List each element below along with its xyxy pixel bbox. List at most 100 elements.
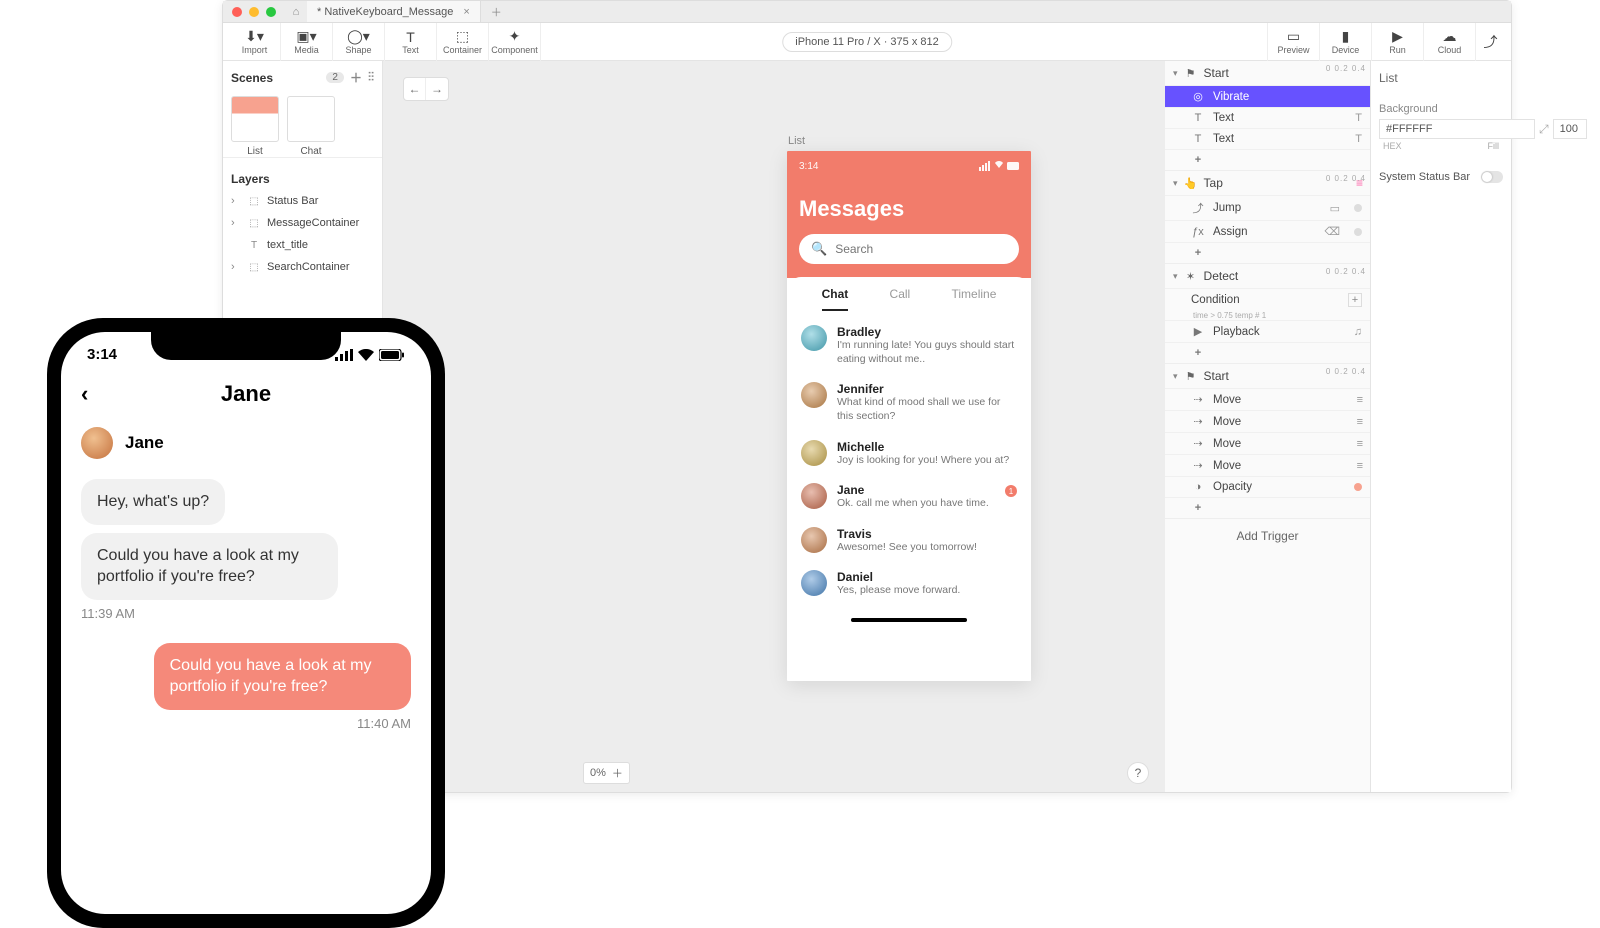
download-icon: ⬇︎▾ <box>245 29 264 45</box>
trigger-action[interactable]: ƒxAssign⌫ <box>1165 220 1370 242</box>
avatar <box>801 325 827 351</box>
layer-row[interactable]: ›⬚Status Bar <box>223 190 382 212</box>
trigger-head[interactable]: ▾✶Detect0 0.2 0.4 <box>1165 264 1370 288</box>
layer-row[interactable]: Ttext_title <box>223 234 382 256</box>
chat-item[interactable]: BradleyI'm running late! You guys should… <box>801 317 1017 374</box>
chat-item[interactable]: JenniferWhat kind of mood shall we use f… <box>801 374 1017 431</box>
notch <box>151 332 341 360</box>
chat-name: Jane <box>837 483 989 497</box>
artboard-label[interactable]: List <box>788 135 805 147</box>
add-action[interactable]: + <box>1165 149 1370 170</box>
minimize-window-icon[interactable] <box>249 7 259 17</box>
expand-icon[interactable]: ⤢ <box>1539 122 1549 137</box>
avatar <box>81 427 113 459</box>
chat-item[interactable]: DanielYes, please move forward. <box>801 562 1017 606</box>
artboard-list[interactable]: 3:14 Messages 🔍 Chat Call <box>787 151 1031 681</box>
trigger-head[interactable]: ▾⚑Start0 0.2 0.4 <box>1165 61 1370 85</box>
bg-fill-input[interactable] <box>1553 119 1587 139</box>
device-button[interactable]: ▮Device <box>1319 23 1371 61</box>
condition-row[interactable]: Condition+ <box>1165 288 1370 311</box>
chat-item[interactable]: TravisAwesome! See you tomorrow! <box>801 519 1017 563</box>
document-tab[interactable]: * NativeKeyboard_Message × <box>307 1 481 22</box>
search-field[interactable]: 🔍 <box>799 234 1019 264</box>
trigger-head[interactable]: ▾⚑Start0 0.2 0.4 <box>1165 364 1370 388</box>
image-icon: ▣▾ <box>296 29 316 45</box>
add-tab-button[interactable]: ＋ <box>481 4 512 20</box>
phone-icon: ▮ <box>1342 29 1350 45</box>
layer-row[interactable]: ›⬚SearchContainer <box>223 256 382 278</box>
layer-row[interactable]: ›⬚MessageContainer <box>223 212 382 234</box>
cloud-button[interactable]: ☁Cloud <box>1423 23 1475 61</box>
traffic-lights <box>223 7 285 17</box>
trigger-action[interactable]: ⤴Jump▭ <box>1165 195 1370 220</box>
trigger-action[interactable]: ⇢Move≡ <box>1165 432 1370 454</box>
trigger-action[interactable]: ◎Vibrate <box>1165 85 1370 107</box>
action-tail-icon: ≡ <box>1357 460 1362 472</box>
trigger-action[interactable]: ⇢Move≡ <box>1165 454 1370 476</box>
component-button[interactable]: ✦Component <box>489 23 541 61</box>
text-button[interactable]: TText <box>385 23 437 61</box>
shape-button[interactable]: ◯▾Shape <box>333 23 385 61</box>
trigger-head[interactable]: ▾👆Tap≡0 0.2 0.4 <box>1165 171 1370 195</box>
action-tail-icon: ⌫ <box>1324 225 1340 238</box>
zoom-control[interactable]: 0%＋ <box>583 762 630 784</box>
zoom-window-icon[interactable] <box>266 7 276 17</box>
add-action[interactable]: + <box>1165 342 1370 363</box>
add-scene-icon[interactable]: ＋ <box>350 69 362 86</box>
plus-icon: + <box>1191 502 1205 514</box>
action-tail-icon: ≡ <box>1357 416 1362 428</box>
run-button[interactable]: ▶Run <box>1371 23 1423 61</box>
trigger-action[interactable]: ⇢Move≡ <box>1165 388 1370 410</box>
timestamp: 11:39 AM <box>81 606 411 621</box>
action-icon: ▶ <box>1191 325 1205 338</box>
container-button[interactable]: ⬚Container <box>437 23 489 61</box>
add-action[interactable]: + <box>1165 497 1370 518</box>
group-icon: ⬚ <box>247 262 261 273</box>
help-button[interactable]: ? <box>1127 762 1149 784</box>
action-label: Opacity <box>1213 481 1252 493</box>
chevron-right-icon: › <box>231 217 241 229</box>
trigger-action[interactable]: ▶Playback♫ <box>1165 320 1370 342</box>
timeline-ruler: 0 0.2 0.4 <box>1326 267 1366 276</box>
tab-chat[interactable]: Chat <box>822 287 849 311</box>
action-icon: ⇢ <box>1191 393 1205 406</box>
action-label: Vibrate <box>1213 91 1249 103</box>
scene-list[interactable]: List <box>231 96 279 157</box>
tab-call[interactable]: Call <box>890 287 911 311</box>
canvas[interactable]: ← → List 3:14 Messages 🔍 <box>383 61 1165 792</box>
sysbar-toggle[interactable] <box>1481 171 1503 183</box>
zoom-plus-icon[interactable]: ＋ <box>612 765 623 781</box>
text-layer-icon: T <box>247 240 261 251</box>
chevron-down-icon: ▾ <box>1173 178 1178 189</box>
search-input[interactable] <box>835 242 1007 256</box>
preview-button[interactable]: ▭Preview <box>1267 23 1319 61</box>
message-list: Hey, what's up? Could you have a look at… <box>61 471 431 745</box>
trigger-action[interactable]: ◑Opacity <box>1165 476 1370 497</box>
chat-item[interactable]: JaneOk. call me when you have time.1 <box>801 475 1017 519</box>
nav-forward-button[interactable]: → <box>426 78 448 100</box>
close-window-icon[interactable] <box>232 7 242 17</box>
bg-hex-input[interactable] <box>1379 119 1535 139</box>
component-icon: ✦ <box>509 29 521 45</box>
props-title: List <box>1379 71 1503 85</box>
trigger-action[interactable]: ⇢Move≡ <box>1165 410 1370 432</box>
add-action[interactable]: + <box>1165 242 1370 263</box>
nav-back-button[interactable]: ← <box>404 78 426 100</box>
import-button[interactable]: ⬇︎▾Import <box>229 23 281 61</box>
home-icon[interactable]: ⌂ <box>285 6 307 18</box>
detect-icon: ✶ <box>1184 270 1198 283</box>
media-button[interactable]: ▣▾Media <box>281 23 333 61</box>
trigger-action[interactable]: TTextT <box>1165 107 1370 128</box>
status-icons <box>335 346 405 363</box>
device-selector[interactable]: iPhone 11 Pro / X · 375 x 812 <box>782 32 952 52</box>
scene-options-icon[interactable]: ⫶⫶ <box>368 70 374 85</box>
trigger-action[interactable]: TTextT <box>1165 128 1370 149</box>
scene-chat[interactable]: Chat <box>287 96 335 157</box>
tab-timeline[interactable]: Timeline <box>951 287 996 311</box>
add-condition-icon[interactable]: + <box>1348 293 1362 307</box>
upload-button[interactable]: ⤴ <box>1475 23 1505 61</box>
close-tab-icon[interactable]: × <box>463 6 469 18</box>
add-trigger-button[interactable]: Add Trigger <box>1165 519 1370 553</box>
chat-preview: What kind of mood shall we use for this … <box>837 396 1017 423</box>
chat-item[interactable]: MichelleJoy is looking for you! Where yo… <box>801 432 1017 476</box>
